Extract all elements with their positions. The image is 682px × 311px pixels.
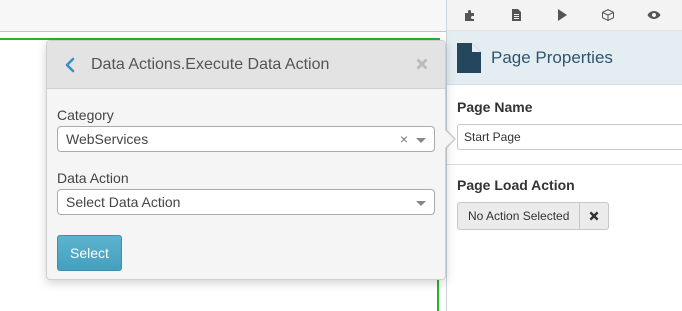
eye-icon[interactable] bbox=[631, 0, 677, 30]
data-action-value: Select Data Action bbox=[66, 194, 181, 210]
popover-header: Data Actions.Execute Data Action bbox=[47, 41, 445, 89]
data-action-select[interactable]: Select Data Action bbox=[57, 189, 435, 215]
select-button[interactable]: Select bbox=[57, 235, 122, 271]
page-load-action-control: No Action Selected bbox=[457, 202, 610, 230]
close-icon[interactable] bbox=[415, 57, 429, 71]
popover-title: Data Actions.Execute Data Action bbox=[91, 55, 330, 73]
chevron-down-icon bbox=[416, 201, 426, 206]
data-action-label: Data Action bbox=[57, 170, 129, 186]
cube-icon[interactable] bbox=[585, 0, 631, 30]
properties-header: Page Properties bbox=[447, 31, 682, 85]
chevron-left-icon[interactable] bbox=[63, 57, 77, 73]
category-select[interactable]: WebServices × bbox=[57, 126, 435, 152]
popover-arrow-fill bbox=[444, 129, 454, 149]
properties-panel: Page Properties Page Name Page Load Acti… bbox=[446, 0, 682, 311]
category-label: Category bbox=[57, 107, 114, 123]
category-value: WebServices bbox=[66, 131, 149, 147]
clear-action-button[interactable] bbox=[580, 202, 610, 230]
document-icon bbox=[457, 42, 481, 73]
clear-icon[interactable]: × bbox=[400, 131, 408, 147]
properties-toolbar bbox=[447, 0, 682, 31]
chevron-down-icon bbox=[416, 138, 426, 143]
divider bbox=[447, 164, 682, 165]
page-load-action-button[interactable]: No Action Selected bbox=[457, 202, 581, 230]
play-icon[interactable] bbox=[539, 0, 585, 30]
page-name-label: Page Name bbox=[457, 99, 533, 115]
close-icon bbox=[589, 211, 599, 221]
file-icon[interactable] bbox=[493, 0, 539, 30]
page-name-input[interactable] bbox=[457, 124, 682, 150]
page-load-action-label: Page Load Action bbox=[457, 177, 575, 193]
canvas-top-bar bbox=[0, 0, 446, 32]
execute-data-action-popover: Data Actions.Execute Data Action Categor… bbox=[46, 40, 446, 280]
properties-title: Page Properties bbox=[491, 47, 613, 67]
puzzle-icon[interactable] bbox=[447, 0, 493, 30]
